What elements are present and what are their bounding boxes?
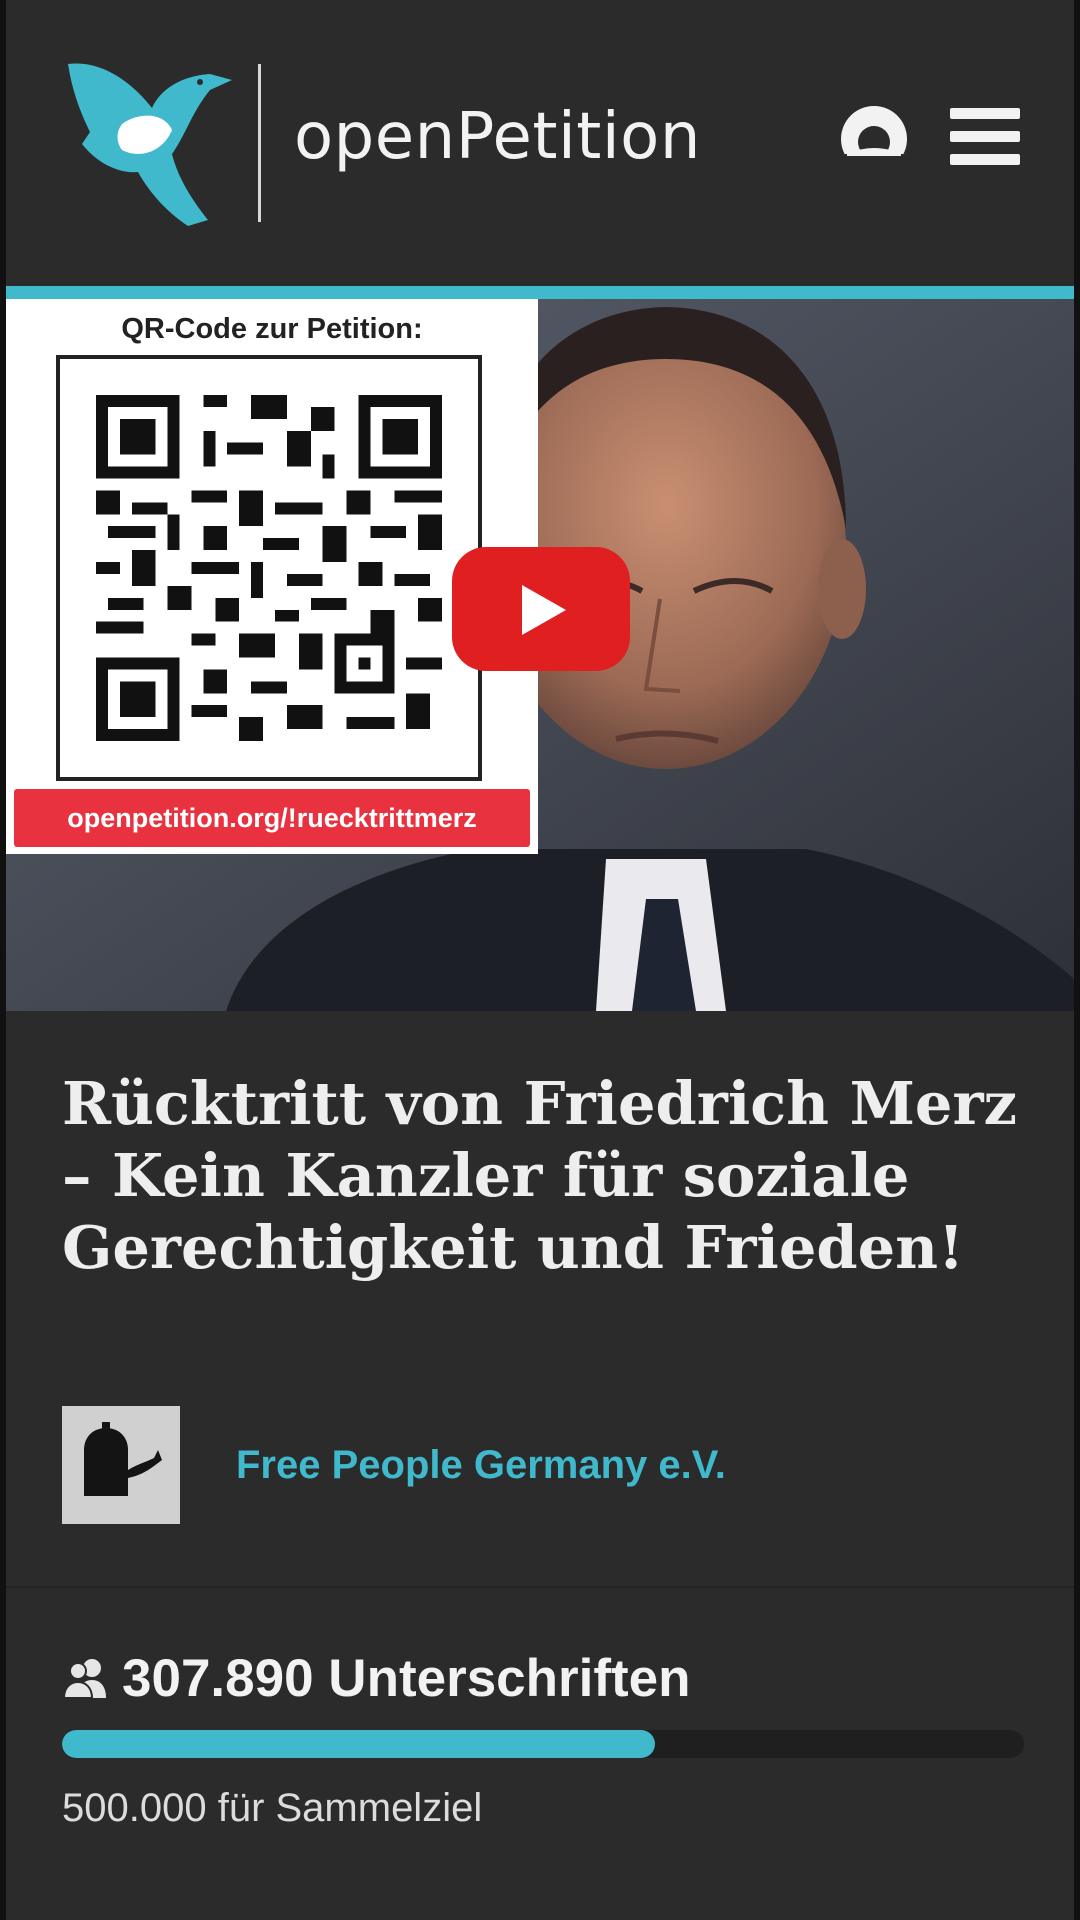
author-link[interactable]: Free People Germany e.V. xyxy=(236,1443,726,1488)
author-avatar[interactable] xyxy=(62,1406,180,1524)
header-accent-bar xyxy=(6,286,1074,299)
qr-caption: QR-Code zur Petition: xyxy=(121,313,423,345)
signature-goal: 500.000 für Sammelziel xyxy=(62,1786,483,1830)
petition-video[interactable]: QR-Code zur Petition: openpetition.org/!… xyxy=(6,299,1074,1011)
petition-title: Rücktritt von Friedrich Merz – Kein Kanz… xyxy=(62,1069,1018,1282)
signature-count: 307.890 Unterschriften xyxy=(122,1648,691,1708)
petition-short-link[interactable]: openpetition.org/!ruecktrittmerz xyxy=(14,789,530,847)
youtube-play-icon[interactable] xyxy=(452,547,630,671)
dove-logo-icon[interactable] xyxy=(60,50,232,230)
signature-progress-bar xyxy=(62,1730,1024,1758)
hamburger-menu-icon[interactable] xyxy=(950,108,1020,166)
qr-code-frame xyxy=(56,355,482,781)
section-divider xyxy=(6,1586,1074,1588)
brand-name[interactable]: openPetition xyxy=(294,100,701,174)
user-account-icon[interactable] xyxy=(839,104,909,174)
people-icon xyxy=(62,1659,106,1699)
site-header: openPetition xyxy=(6,0,1074,286)
app-frame: openPetition QR-Code zur Petition: openp… xyxy=(6,0,1074,1920)
logo-divider xyxy=(258,64,261,222)
qr-code-icon xyxy=(96,395,442,741)
signature-count-row: 307.890 Unterschriften xyxy=(62,1646,691,1710)
signature-progress-fill xyxy=(62,1730,655,1758)
